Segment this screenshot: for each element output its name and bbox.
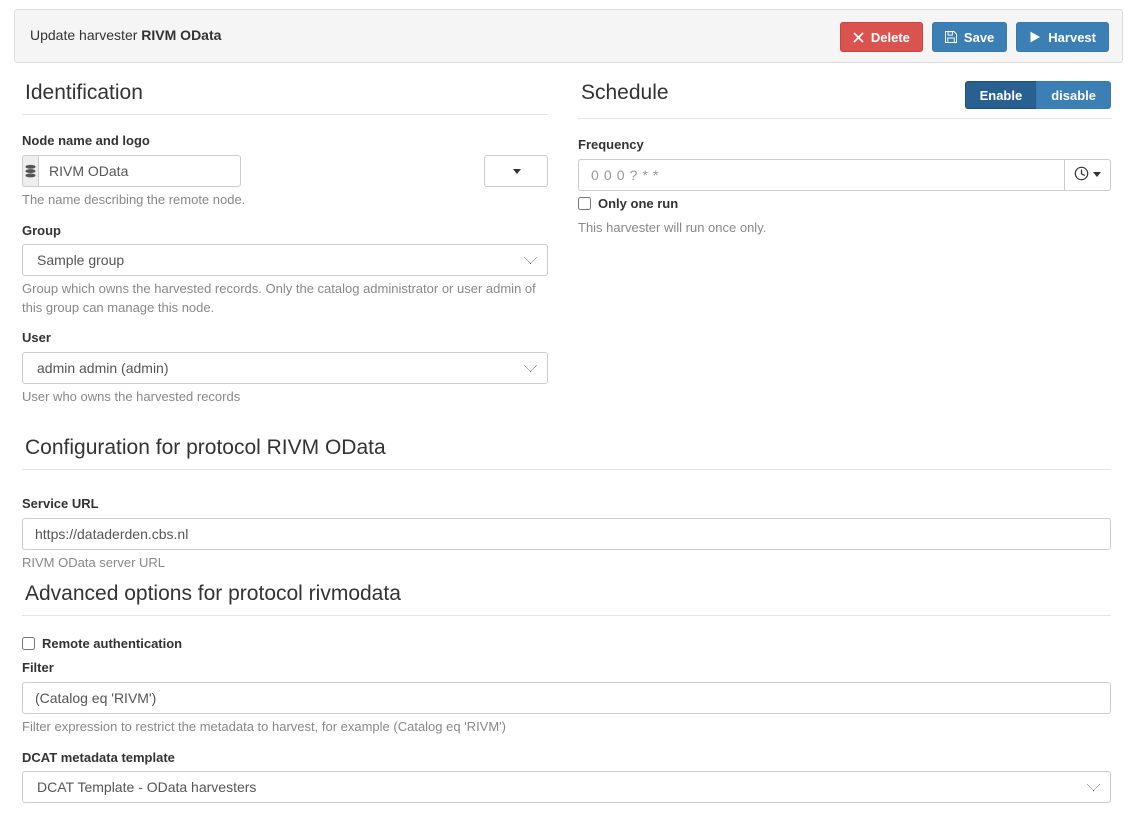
node-name-input[interactable] xyxy=(38,155,241,188)
database-icon xyxy=(22,155,38,188)
only-one-run-checkbox[interactable] xyxy=(578,196,591,210)
schedule-enable-button[interactable]: Enable xyxy=(964,81,1037,109)
schedule-heading-row: Schedule Enable disable xyxy=(578,80,1111,119)
header-action-buttons: Delete Save Harvest xyxy=(839,22,1109,52)
filter-label: Filter xyxy=(22,660,54,676)
delete-button[interactable]: Delete xyxy=(839,22,923,52)
identification-column: Identification Node name and logo The na… xyxy=(22,80,548,407)
service-url-field-group: Service URL RIVM OData server URL xyxy=(22,496,1111,572)
group-help: Group which owns the harvested records. … xyxy=(22,281,536,315)
schedule-disable-button[interactable]: disable xyxy=(1036,81,1111,109)
play-icon xyxy=(1029,31,1041,43)
service-url-label: Service URL xyxy=(22,496,99,512)
service-url-input[interactable] xyxy=(22,518,1111,551)
node-name-field-group: Node name and logo The name describing t… xyxy=(22,133,548,209)
dcat-template-field-group: DCAT metadata template DCAT Template - O… xyxy=(22,750,1111,804)
floppy-icon xyxy=(944,31,957,43)
only-one-run-label[interactable]: Only one run xyxy=(598,197,678,210)
dcat-template-select[interactable]: DCAT Template - OData harvesters xyxy=(22,771,1111,804)
frequency-label: Frequency xyxy=(578,137,644,152)
user-select[interactable]: admin admin (admin) xyxy=(22,352,548,385)
node-name-row xyxy=(22,155,548,188)
filter-field-group: Filter Filter expression to restrict the… xyxy=(22,660,1111,736)
user-help: User who owns the harvested records xyxy=(22,389,241,405)
filter-input[interactable] xyxy=(22,682,1111,715)
configuration-section: Configuration for protocol RIVM OData Se… xyxy=(22,435,1111,573)
remote-auth-row[interactable]: Remote authentication xyxy=(22,637,1111,651)
group-select[interactable]: Sample group xyxy=(22,244,548,277)
remote-authentication-checkbox[interactable] xyxy=(22,637,35,651)
filter-help: Filter expression to restrict the metada… xyxy=(22,719,506,735)
node-name-input-group xyxy=(22,155,241,188)
frequency-input[interactable] xyxy=(578,158,1065,191)
frequency-picker-button[interactable] xyxy=(1064,158,1111,191)
advanced-options-heading: Advanced options for protocol rivmodata xyxy=(22,581,1111,617)
harvester-header-panel: Update harvester RIVM OData Delete Save xyxy=(14,9,1123,63)
times-icon xyxy=(853,31,864,43)
delete-button-label: Delete xyxy=(870,29,910,45)
frequency-input-group xyxy=(578,158,1111,191)
only-one-run-row[interactable]: Only one run xyxy=(578,196,1111,210)
logo-picker-dropdown[interactable] xyxy=(484,155,548,188)
only-one-run-help: This harvester will run once only. xyxy=(578,219,767,235)
page-title: Update harvester RIVM OData xyxy=(30,27,221,43)
save-button-label: Save xyxy=(963,29,995,45)
chevron-down-icon xyxy=(1093,172,1102,178)
harvest-button-label: Harvest xyxy=(1048,29,1096,45)
user-field-group: User admin admin (admin) User who owns t… xyxy=(22,330,548,406)
schedule-toggle-group: Enable disable xyxy=(964,81,1111,109)
service-url-help: RIVM OData server URL xyxy=(22,555,166,571)
group-field-group: Group Sample group Group which owns the … xyxy=(22,223,548,318)
frequency-field-group: Frequency xyxy=(578,137,1111,191)
dcat-template-label: DCAT metadata template xyxy=(22,749,175,765)
advanced-options-section: Advanced options for protocol rivmodata … xyxy=(22,581,1111,804)
save-button[interactable]: Save xyxy=(931,22,1008,52)
remote-authentication-label[interactable]: Remote authentication xyxy=(42,637,182,650)
clock-icon xyxy=(1074,166,1089,184)
page-title-harvester-name: RIVM OData xyxy=(141,27,222,43)
user-label: User xyxy=(22,330,51,346)
schedule-heading: Schedule xyxy=(581,81,669,104)
identification-heading: Identification xyxy=(22,80,548,116)
group-label: Group xyxy=(22,222,61,238)
node-name-help: The name describing the remote node. xyxy=(22,192,246,208)
page-title-prefix: Update harvester xyxy=(30,27,138,43)
schedule-column: Schedule Enable disable Frequency Only xyxy=(578,80,1111,237)
node-name-label: Node name and logo xyxy=(22,133,150,149)
configuration-heading: Configuration for protocol RIVM OData xyxy=(22,435,1111,471)
harvest-button[interactable]: Harvest xyxy=(1016,22,1109,52)
